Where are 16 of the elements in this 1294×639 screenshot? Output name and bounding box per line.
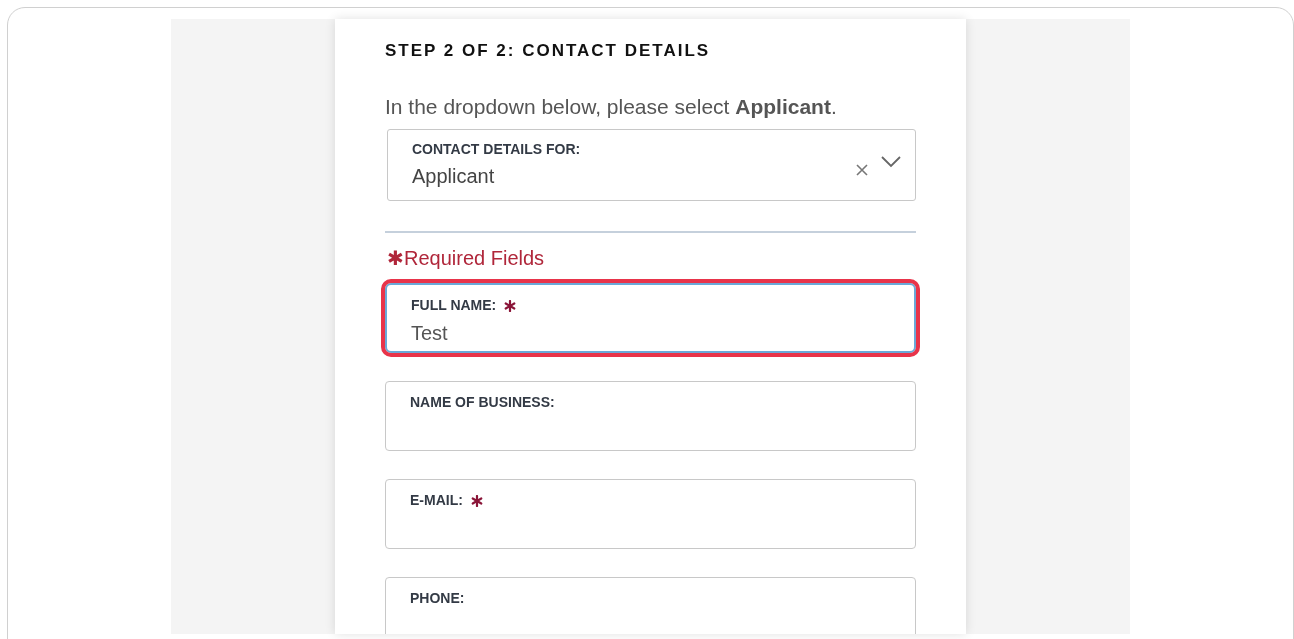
text-field[interactable]: E-MAIL: — [385, 479, 916, 549]
clear-icon[interactable] — [855, 163, 869, 177]
text-field[interactable]: PHONE: — [385, 577, 916, 634]
dropdown-value: Applicant — [412, 164, 496, 189]
field-label: FULL NAME: — [411, 296, 497, 315]
field-label: E-MAIL: — [410, 491, 463, 510]
chevron-down-icon[interactable] — [881, 156, 901, 168]
required-fields-note: ✱Required Fields — [387, 246, 546, 271]
text-field[interactable]: NAME OF BUSINESS: — [385, 381, 916, 451]
instruction-text: In the dropdown below, please select Applicant. — [385, 93, 838, 120]
step-heading: STEP 2 OF 2: CONTACT DETAILS — [385, 40, 712, 62]
contact-details-dropdown[interactable]: CONTACT DETAILS FOR: Applicant — [387, 129, 916, 201]
field-value: Test — [411, 321, 449, 346]
field-label: NAME OF BUSINESS: — [410, 393, 555, 412]
dropdown-label: CONTACT DETAILS FOR: — [412, 140, 582, 159]
field-label: PHONE: — [410, 589, 465, 608]
